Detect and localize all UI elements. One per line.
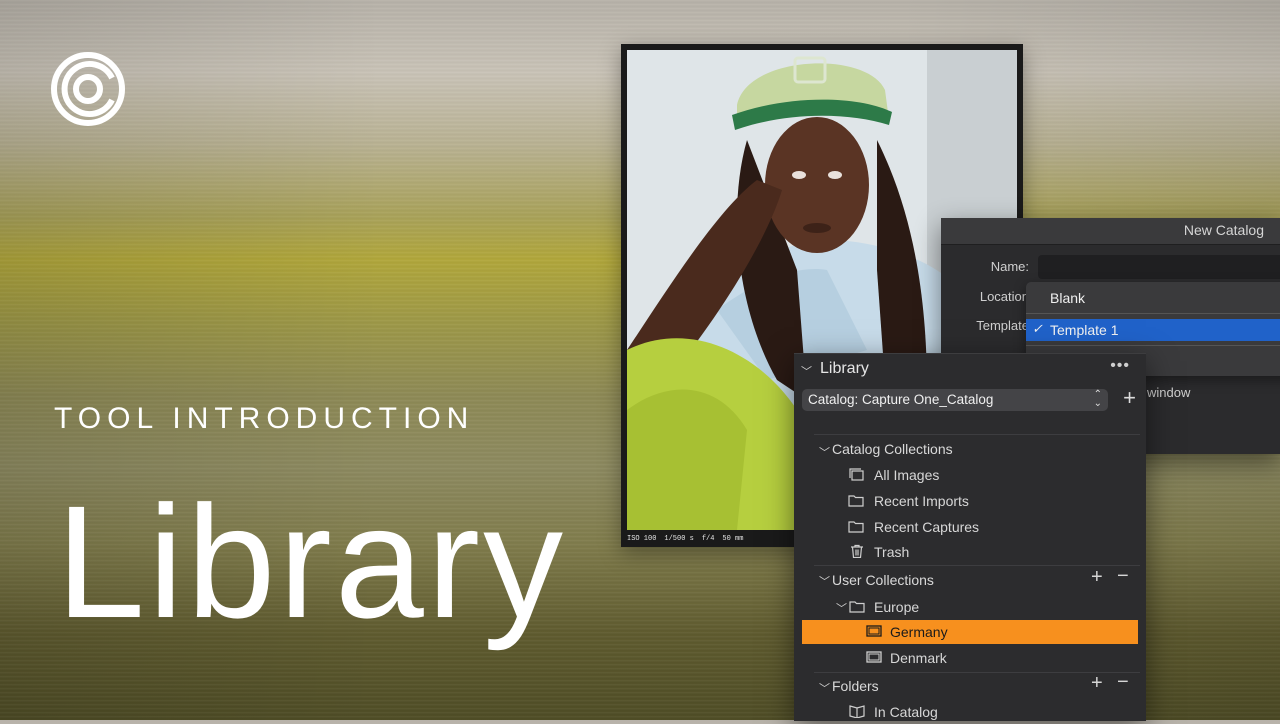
template-option-template-1[interactable]: ✓ Template 1 bbox=[1026, 319, 1280, 341]
chevron-down-icon[interactable]: ﹀ bbox=[819, 680, 830, 696]
exif-iso: ISO 100 bbox=[627, 535, 657, 543]
more-options-icon[interactable]: ••• bbox=[1110, 357, 1130, 375]
checkmark-icon: ✓ bbox=[1032, 321, 1043, 336]
collection-trash[interactable]: Trash bbox=[794, 540, 1146, 564]
menu-separator bbox=[1026, 345, 1280, 346]
catalog-selector-label: Catalog: Capture One_Catalog bbox=[808, 392, 994, 407]
album-icon bbox=[866, 625, 882, 637]
remove-folder-minus-icon[interactable]: − bbox=[1117, 671, 1129, 694]
menu-separator bbox=[1026, 313, 1280, 314]
folders-title: Folders bbox=[832, 678, 879, 694]
exif-caption: ISO 100 1/500 s f/4 50 mm bbox=[627, 533, 743, 545]
dialog-window-text: window bbox=[1147, 385, 1191, 400]
add-collection-plus-icon[interactable]: + bbox=[1091, 566, 1103, 589]
library-panel: ﹀ Library ••• Catalog: Capture One_Catal… bbox=[794, 353, 1146, 721]
exif-aperture: f/4 bbox=[701, 535, 715, 543]
library-panel-title: Library bbox=[820, 360, 869, 377]
catalog-book-icon bbox=[849, 705, 865, 718]
exif-shutter: 1/500 s bbox=[664, 535, 694, 543]
add-catalog-plus-icon[interactable]: + bbox=[1123, 385, 1136, 411]
catalog-collections-title: Catalog Collections bbox=[832, 441, 953, 457]
folder-icon bbox=[848, 521, 864, 533]
chevron-down-icon[interactable]: ﹀ bbox=[819, 573, 830, 589]
template-label: Template bbox=[976, 318, 1029, 333]
collection-group-europe[interactable]: ﹀ Europe bbox=[794, 595, 1146, 619]
exif-focal-length: 50 mm bbox=[722, 535, 744, 543]
dialog-title: New Catalog bbox=[1183, 222, 1264, 238]
collection-all-images[interactable]: All Images bbox=[794, 463, 1146, 487]
capture-one-logo-icon bbox=[51, 52, 125, 126]
section-divider bbox=[814, 434, 1140, 435]
user-collections-title: User Collections bbox=[832, 572, 934, 588]
folder-in-catalog[interactable]: In Catalog bbox=[794, 700, 1146, 724]
tool-introduction-label: TOOL INTRODUCTION bbox=[54, 402, 475, 435]
hero-title: Library bbox=[56, 472, 567, 651]
updown-chevron-icon: ⌃ ⌄ bbox=[1093, 389, 1102, 409]
library-panel-header[interactable]: ﹀ Library ••• bbox=[794, 354, 1146, 384]
catalog-selector[interactable]: Catalog: Capture One_Catalog ⌃ ⌄ bbox=[802, 389, 1108, 411]
collection-germany[interactable]: Germany bbox=[802, 620, 1138, 644]
chevron-down-icon[interactable]: ﹀ bbox=[819, 444, 830, 460]
chevron-down-icon[interactable]: ﹀ bbox=[836, 600, 847, 616]
name-label: Name: bbox=[990, 259, 1029, 274]
folder-icon bbox=[849, 601, 865, 613]
trash-icon bbox=[851, 544, 863, 558]
collection-denmark[interactable]: Denmark bbox=[794, 646, 1146, 670]
album-icon bbox=[866, 651, 882, 663]
catalog-name-input[interactable] bbox=[1038, 255, 1280, 279]
remove-collection-minus-icon[interactable]: − bbox=[1117, 565, 1129, 588]
location-label: Location bbox=[979, 289, 1029, 304]
collection-recent-captures[interactable]: Recent Captures bbox=[794, 515, 1146, 539]
collection-recent-imports[interactable]: Recent Imports bbox=[794, 489, 1146, 513]
template-option-blank[interactable]: Blank bbox=[1026, 287, 1280, 309]
folder-icon bbox=[848, 495, 864, 507]
all-images-icon bbox=[849, 468, 864, 481]
chevron-down-icon[interactable]: ﹀ bbox=[801, 363, 812, 379]
add-folder-plus-icon[interactable]: + bbox=[1091, 672, 1103, 695]
